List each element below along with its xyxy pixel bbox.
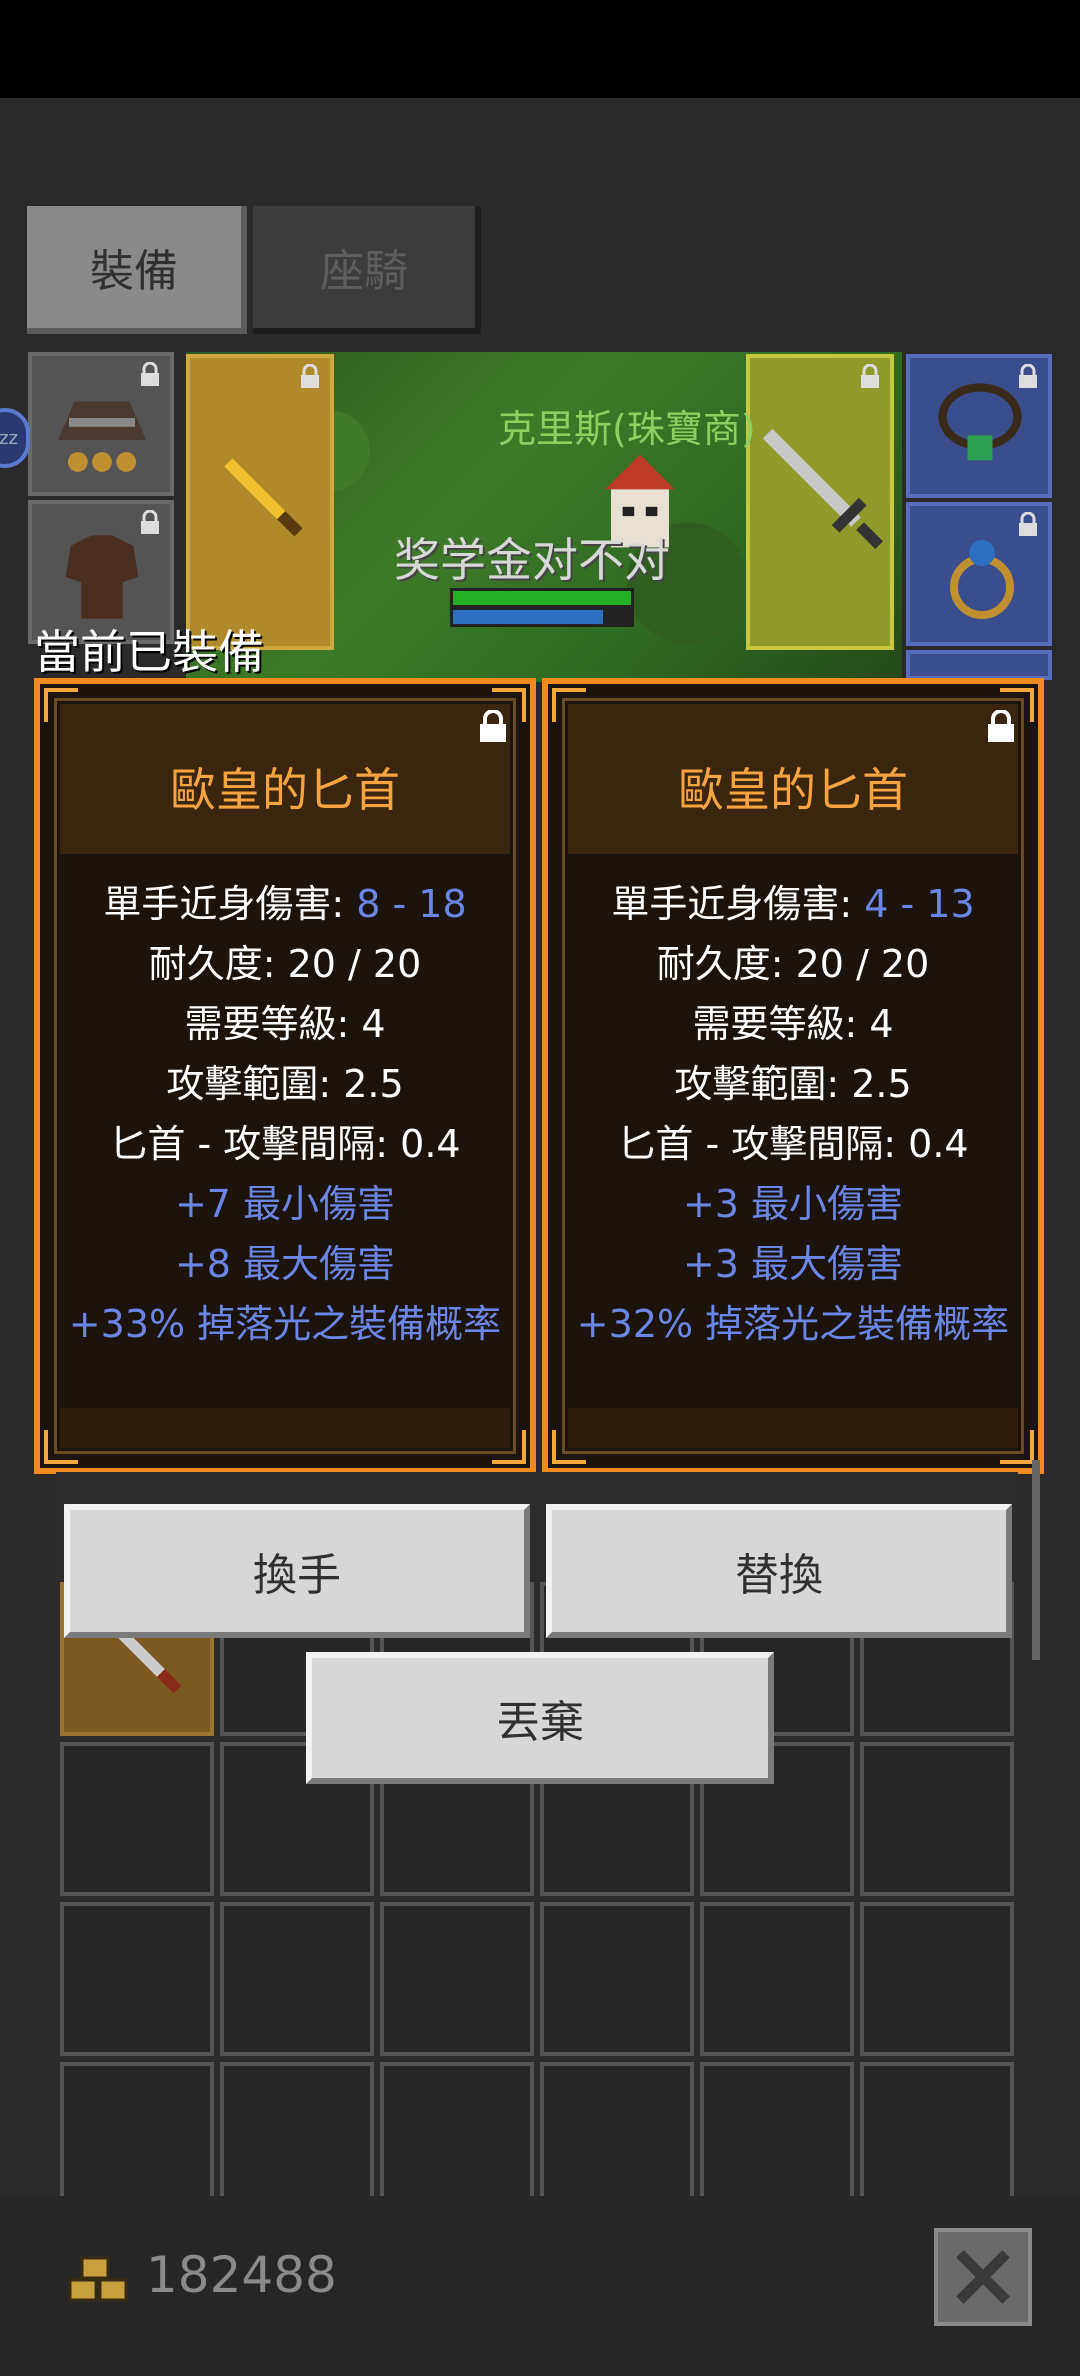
inventory-slot[interactable] bbox=[700, 2062, 854, 2216]
inventory-slot[interactable] bbox=[60, 1742, 214, 1896]
swap-hand-button[interactable]: 換手 bbox=[64, 1504, 530, 1638]
sleep-icon[interactable]: zz bbox=[0, 408, 30, 468]
lock-icon bbox=[988, 710, 1014, 742]
inventory-slot[interactable] bbox=[860, 1902, 1014, 2056]
bonus-max-damage: +3 最大傷害 bbox=[682, 1242, 904, 1286]
sword-icon bbox=[762, 428, 883, 549]
discard-button[interactable]: 丟棄 bbox=[306, 1652, 774, 1784]
close-icon bbox=[956, 2250, 1010, 2304]
tab-equipment[interactable]: 裝備 bbox=[27, 206, 247, 334]
gold-amount: 182488 bbox=[146, 2246, 337, 2304]
necklace-icon bbox=[938, 383, 1022, 461]
equipped-item-card: 歐皇的匕首 單手近身傷害: 8 - 18 耐久度: 20 / 20 需要等級: … bbox=[34, 678, 536, 1474]
level-stat: 需要等級: 4 bbox=[184, 1002, 386, 1046]
mana-bar bbox=[450, 607, 634, 627]
speed-stat: 匕首 - 攻擊間隔: 0.4 bbox=[109, 1122, 461, 1166]
bonus-min-damage: +7 最小傷害 bbox=[174, 1182, 396, 1226]
main-hand-slot[interactable] bbox=[186, 354, 334, 650]
lock-icon bbox=[301, 364, 319, 388]
inventory-slot[interactable] bbox=[540, 1902, 694, 2056]
player-name: 奖学金对不对 bbox=[394, 533, 670, 587]
speed-stat: 匕首 - 攻擊間隔: 0.4 bbox=[617, 1122, 969, 1166]
bonus-drop-rate: +33% 掉落光之裝備概率 bbox=[68, 1302, 502, 1346]
ring-slot[interactable] bbox=[906, 502, 1052, 646]
inventory-slot[interactable] bbox=[220, 1902, 374, 2056]
lock-icon bbox=[480, 710, 506, 742]
off-hand-slot[interactable] bbox=[746, 354, 894, 650]
bonus-drop-rate: +32% 掉落光之裝備概率 bbox=[576, 1302, 1010, 1346]
inventory-slot[interactable] bbox=[220, 2062, 374, 2216]
item-title: 歐皇的匕首 bbox=[170, 763, 400, 817]
close-button[interactable] bbox=[934, 2228, 1032, 2326]
damage-stat: 單手近身傷害: 8 - 18 bbox=[103, 882, 467, 926]
inventory-slot[interactable] bbox=[60, 2062, 214, 2216]
ring-icon bbox=[950, 540, 1014, 619]
range-stat: 攻擊範圍: 2.5 bbox=[166, 1062, 404, 1106]
inventory-slot[interactable] bbox=[860, 1742, 1014, 1896]
damage-stat: 單手近身傷害: 4 - 13 bbox=[611, 882, 975, 926]
equipped-label: 當前已裝備 bbox=[34, 625, 264, 679]
inventory-slot[interactable] bbox=[380, 1902, 534, 2056]
range-stat: 攻擊範圍: 2.5 bbox=[674, 1062, 912, 1106]
helmet-slot[interactable] bbox=[28, 352, 174, 496]
bonus-max-damage: +8 最大傷害 bbox=[174, 1242, 396, 1286]
durability-stat: 耐久度: 20 / 20 bbox=[656, 942, 930, 986]
gold-icon bbox=[68, 2256, 128, 2302]
durability-stat: 耐久度: 20 / 20 bbox=[148, 942, 422, 986]
replace-button[interactable]: 替換 bbox=[546, 1504, 1012, 1638]
inventory-slot[interactable] bbox=[60, 1902, 214, 2056]
tab-mount[interactable]: 座騎 bbox=[253, 206, 481, 334]
inventory-slot[interactable] bbox=[700, 1902, 854, 2056]
inventory-slot[interactable] bbox=[540, 2062, 694, 2216]
helmet-icon bbox=[58, 401, 146, 472]
inventory-slot[interactable] bbox=[860, 2062, 1014, 2216]
necklace-slot[interactable] bbox=[906, 354, 1052, 498]
item-title: 歐皇的匕首 bbox=[678, 763, 908, 817]
bonus-min-damage: +3 最小傷害 bbox=[682, 1182, 904, 1226]
level-stat: 需要等級: 4 bbox=[692, 1002, 894, 1046]
inventory-scrollbar[interactable] bbox=[1032, 1460, 1040, 1660]
health-bar bbox=[450, 588, 634, 608]
lock-icon bbox=[861, 364, 879, 388]
inventory-slot[interactable] bbox=[380, 2062, 534, 2216]
dagger-icon bbox=[224, 458, 303, 537]
ring-slot-2[interactable] bbox=[906, 650, 1052, 680]
new-item-card: 歐皇的匕首 單手近身傷害: 4 - 13 耐久度: 20 / 20 需要等級: … bbox=[542, 678, 1044, 1474]
status-bar bbox=[0, 0, 1080, 98]
